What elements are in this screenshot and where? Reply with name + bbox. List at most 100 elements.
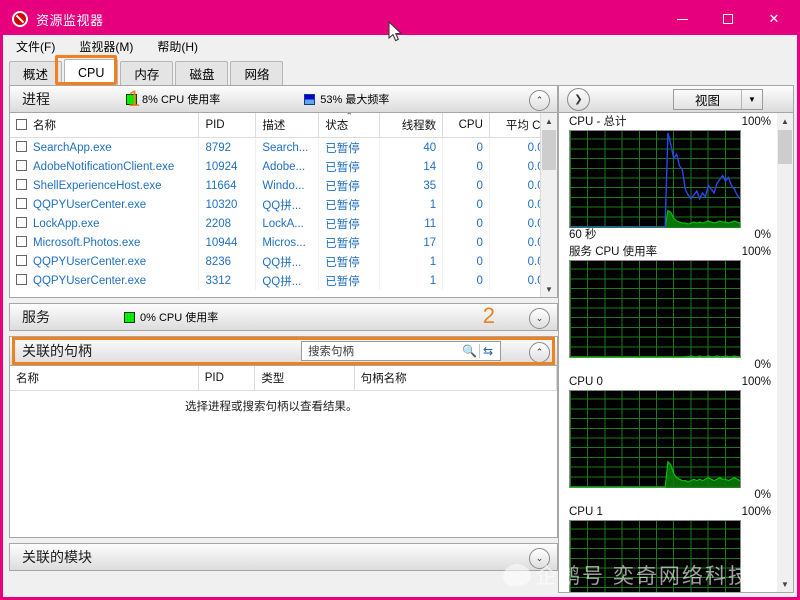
column-header-handle-name[interactable]: 名称: [10, 366, 199, 391]
table-row[interactable]: ShellExperienceHost.exe 11664 Windo... 已…: [10, 176, 557, 195]
scroll-down-icon[interactable]: ▼: [777, 576, 793, 592]
handles-section-header[interactable]: 关联的句柄 搜索句柄 🔍 ⇆ ⌃: [9, 336, 558, 366]
processes-freq-label: 53% 最大频率: [320, 94, 390, 106]
scrollbar-thumb[interactable]: [542, 130, 556, 170]
search-icon[interactable]: 🔍: [462, 344, 477, 358]
process-description: LockA...: [255, 214, 320, 233]
column-header-handle-type[interactable]: 类型: [254, 366, 355, 391]
processes-cpu-label: 8% CPU 使用率: [142, 94, 221, 106]
graph-cpu-1: CPU 1 100%: [559, 503, 793, 592]
menu-item-monitor[interactable]: 监视器(M): [76, 36, 136, 57]
process-pid: 10944: [198, 233, 257, 252]
process-threads: 11: [379, 214, 444, 233]
row-checkbox[interactable]: [16, 141, 27, 152]
table-row[interactable]: LockApp.exe 2208 LockA... 已暂停 11 0 0.00: [10, 214, 557, 233]
column-header-threads[interactable]: 线程数: [379, 113, 444, 138]
resource-monitor-icon: [12, 11, 28, 27]
view-dropdown[interactable]: 视图 ▼: [673, 89, 763, 110]
table-row[interactable]: QQPYUserCenter.exe 3312 QQ拼... 已暂停 1 0 0…: [10, 271, 557, 290]
row-checkbox[interactable]: [16, 236, 27, 247]
process-description: QQ拼...: [255, 271, 320, 290]
row-checkbox[interactable]: [16, 179, 27, 190]
graph-max-label: 100%: [741, 116, 771, 128]
modules-section-header[interactable]: 关联的模块 ⌄: [9, 543, 558, 571]
column-header-cpu[interactable]: CPU: [442, 113, 490, 138]
process-status: 已暂停: [318, 233, 381, 252]
processes-scrollbar[interactable]: ▲ ▼: [540, 113, 557, 297]
tab-network[interactable]: 网络: [230, 61, 284, 85]
table-row[interactable]: QQPYUserCenter.exe 8236 QQ拼... 已暂停 1 0 0…: [10, 252, 557, 271]
row-checkbox[interactable]: [16, 255, 27, 266]
column-header-description[interactable]: 描述: [255, 113, 320, 138]
graph-plot: [570, 132, 740, 228]
row-checkbox[interactable]: [16, 198, 27, 209]
scroll-up-icon[interactable]: ▲: [541, 113, 557, 129]
table-row[interactable]: Microsoft.Photos.exe 10944 Micros... 已暂停…: [10, 233, 557, 252]
process-name: QQPYUserCenter.exe: [10, 252, 200, 271]
process-cpu: 0: [442, 195, 490, 214]
table-row[interactable]: QQPYUserCenter.exe 10320 QQ拼... 已暂停 1 0 …: [10, 195, 557, 214]
process-status: 已暂停: [318, 252, 381, 271]
services-section-header[interactable]: 服务 0% CPU 使用率 2 ⌄: [9, 303, 558, 331]
process-status: 已暂停: [318, 214, 381, 233]
column-header-handle-fullname[interactable]: 句柄名称: [354, 366, 557, 391]
scrollbar-thumb[interactable]: [778, 130, 792, 164]
handles-collapse-icon[interactable]: ⌃: [529, 342, 550, 363]
column-header-pid[interactable]: PID: [198, 113, 257, 138]
process-cpu: 0: [442, 271, 490, 290]
services-cpu-stat: 0% CPU 使用率: [124, 309, 218, 325]
refresh-icon[interactable]: ⇆: [479, 344, 496, 358]
graph-max-label: 100%: [741, 506, 771, 518]
column-header-status[interactable]: ⌃ 状态: [318, 113, 381, 138]
process-threads: 1: [379, 271, 444, 290]
menu-item-help[interactable]: 帮助(H): [154, 36, 201, 57]
search-handles-input[interactable]: 搜索句柄 🔍 ⇆: [301, 341, 501, 361]
services-annotation: 2: [482, 303, 495, 328]
column-header-name[interactable]: 名称: [10, 113, 200, 138]
processes-freq-stat: 53% 最大频率: [304, 91, 389, 107]
search-placeholder: 搜索句柄: [308, 346, 354, 358]
green-swatch-icon: [124, 311, 135, 323]
menu-item-file[interactable]: 文件(F): [13, 36, 58, 57]
close-icon[interactable]: ✕: [751, 3, 797, 35]
processes-collapse-icon[interactable]: ⌃: [529, 90, 550, 111]
main-area: 进程 1 8% CPU 使用率 53% 最大频率 ⌃ 名称 PID 描述 ⌃ 状…: [3, 85, 797, 593]
column-header-handle-pid[interactable]: PID: [198, 366, 256, 391]
process-cpu: 0: [442, 176, 490, 195]
tab-disk[interactable]: 磁盘: [175, 61, 229, 85]
graph-panel-scrollbar[interactable]: ▲ ▼: [777, 113, 793, 592]
process-description: Windo...: [255, 176, 320, 195]
graph-service-cpu-footer: 0%: [569, 358, 771, 373]
select-all-checkbox[interactable]: [16, 119, 27, 130]
handles-empty-message: 选择进程或搜索句柄以查看结果。: [185, 401, 358, 413]
process-status: 已暂停: [318, 137, 381, 157]
graph-canvas: [569, 390, 741, 488]
tab-memory[interactable]: 内存: [120, 61, 174, 85]
scroll-down-icon[interactable]: ▼: [541, 281, 557, 297]
view-label: 视图: [694, 94, 720, 108]
tab-strip: 概述 CPU 内存 磁盘 网络: [3, 55, 797, 85]
scroll-up-icon[interactable]: ▲: [777, 113, 793, 129]
graph-canvas: [569, 260, 741, 358]
row-checkbox[interactable]: [16, 160, 27, 171]
row-checkbox[interactable]: [16, 274, 27, 285]
chevron-down-icon[interactable]: ▼: [742, 95, 762, 104]
graph-title: 服务 CPU 使用率: [569, 246, 658, 258]
processes-table-grid: 名称 PID 描述 ⌃ 状态 线程数 CPU 平均 C... SearchApp…: [10, 113, 557, 290]
minimize-button[interactable]: [659, 3, 705, 35]
row-checkbox[interactable]: [16, 217, 27, 228]
window-title: 资源监视器: [36, 12, 104, 28]
process-pid: 3312: [198, 271, 257, 290]
processes-section-header[interactable]: 进程 1 8% CPU 使用率 53% 最大频率 ⌃: [9, 85, 558, 113]
services-expand-icon[interactable]: ⌄: [529, 308, 550, 329]
graph-panel: ❯ 视图 ▼ CPU - 总计 100% 60 秒 0% 服务 CPU 使用率 …: [558, 85, 794, 593]
services-cpu-label: 0% CPU 使用率: [140, 312, 219, 324]
modules-expand-icon[interactable]: ⌄: [529, 548, 550, 569]
table-row[interactable]: SearchApp.exe 8792 Search... 已暂停 40 0 0.…: [10, 137, 557, 157]
process-name: QQPYUserCenter.exe: [10, 195, 200, 214]
graph-min-label: 0%: [754, 359, 771, 371]
collapse-panel-icon[interactable]: ❯: [567, 87, 590, 111]
maximize-button[interactable]: [705, 3, 751, 35]
table-row[interactable]: AdobeNotificationClient.exe 10924 Adobe.…: [10, 157, 557, 176]
process-name: LockApp.exe: [10, 214, 200, 233]
